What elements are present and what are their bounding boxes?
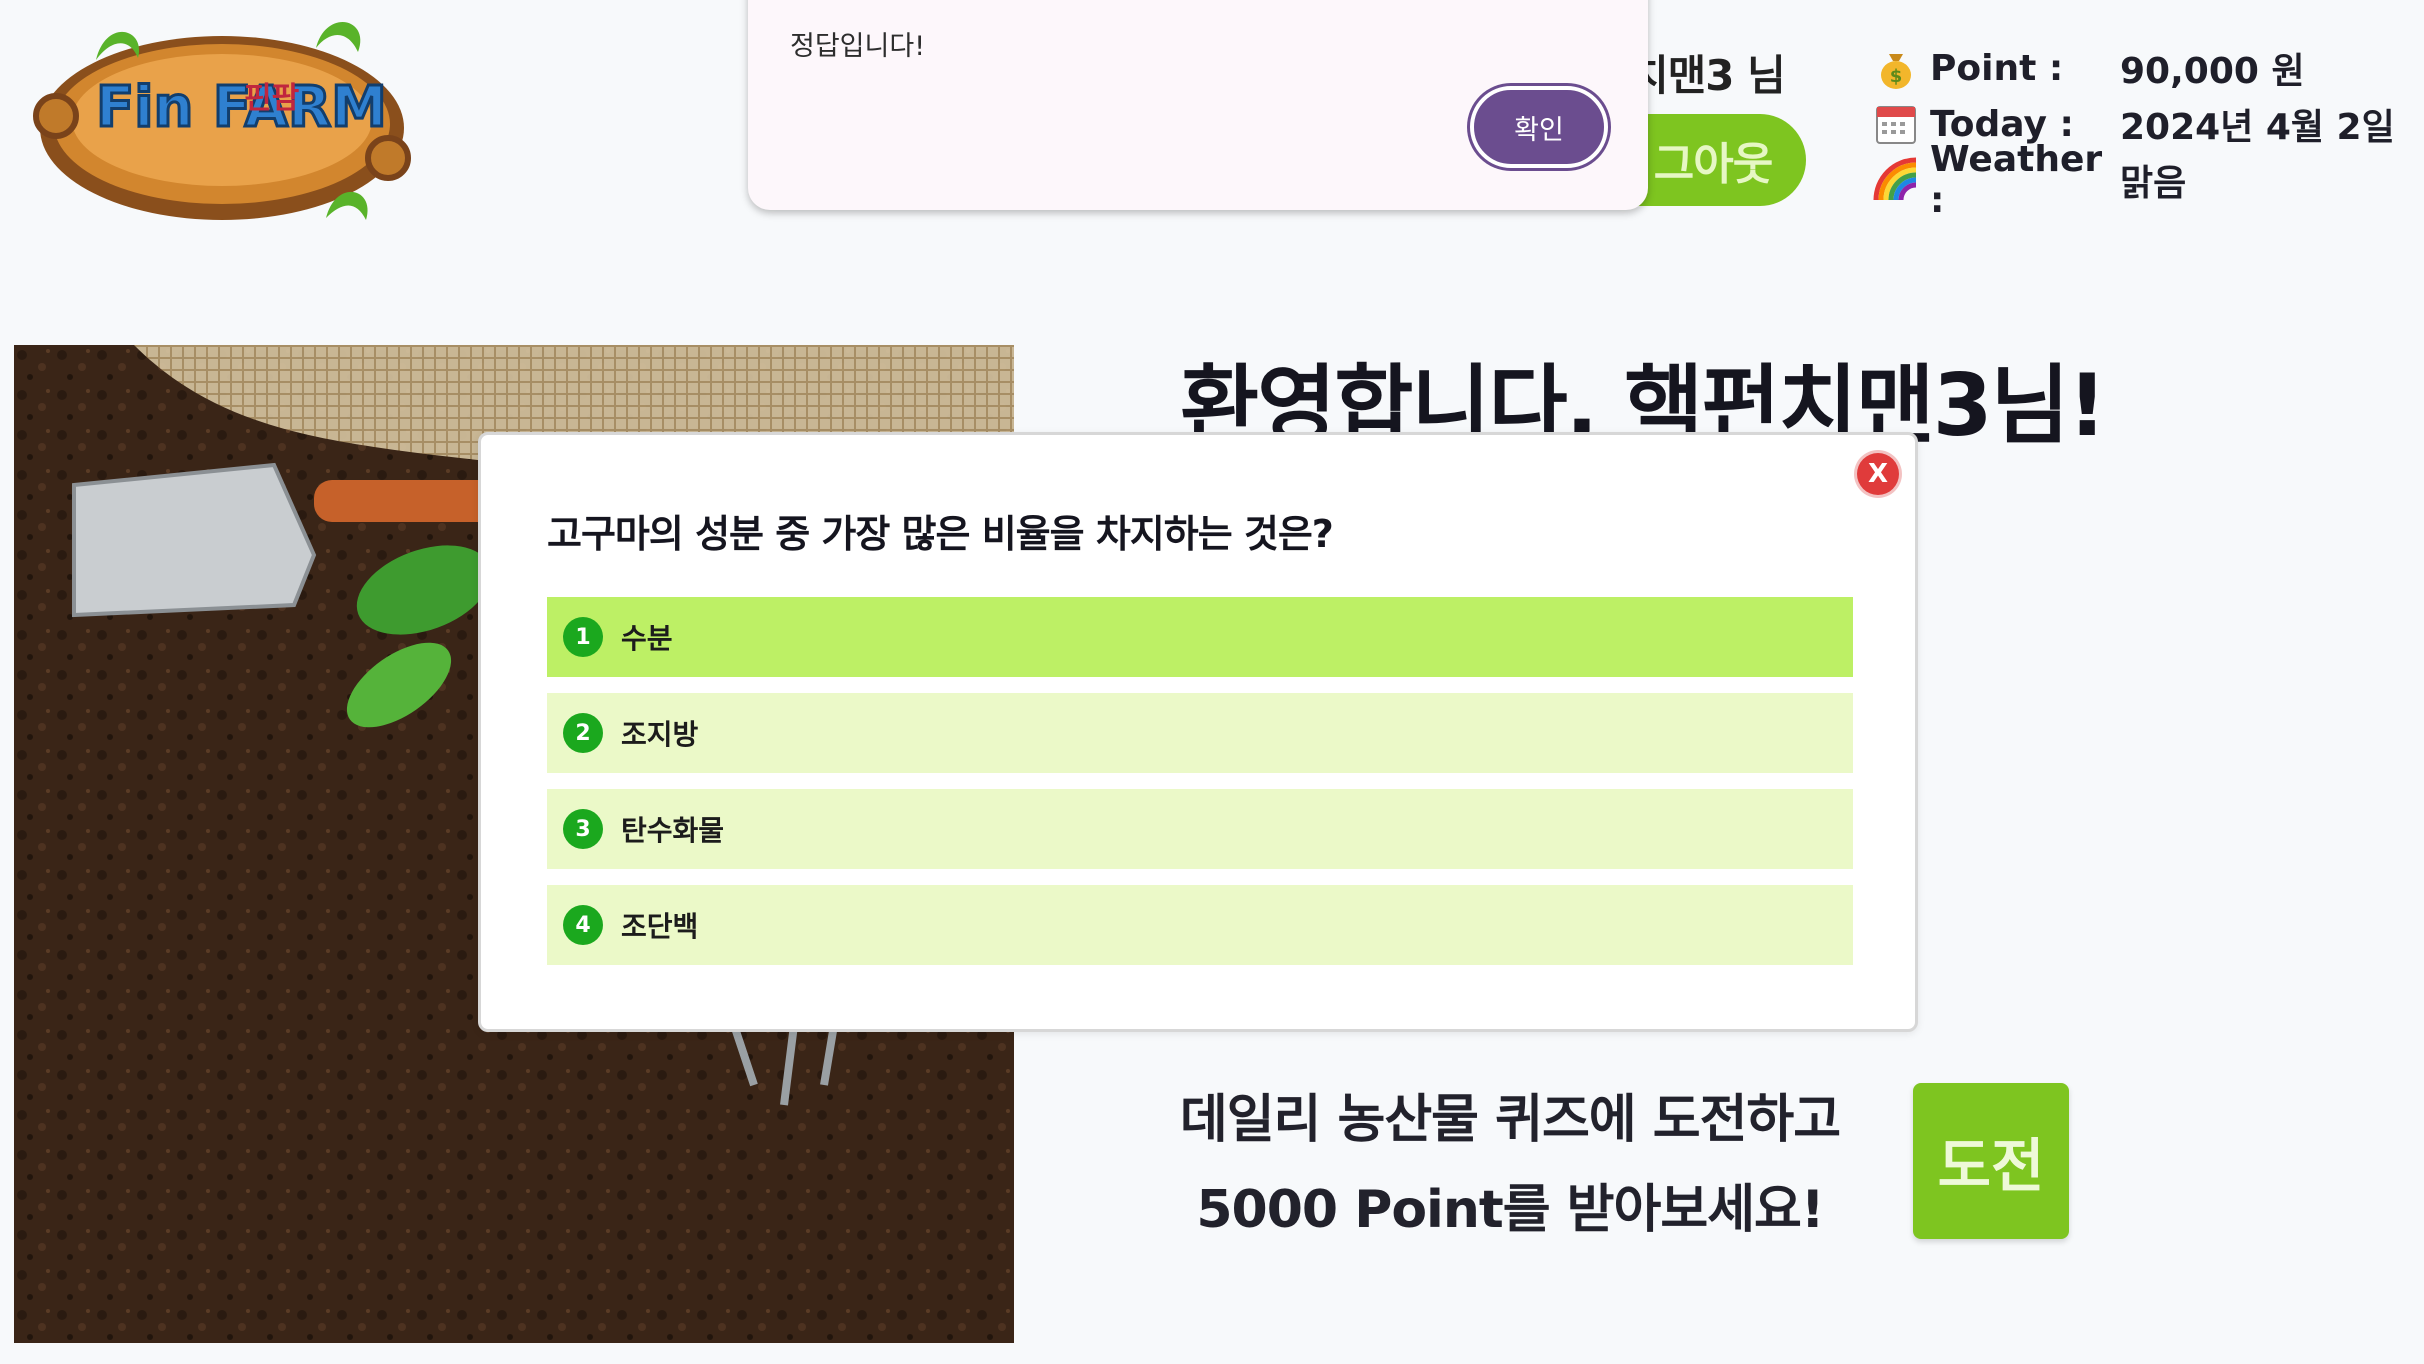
point-label: Point : (1930, 47, 2064, 89)
user-name: 치맨3 님 (1630, 51, 1786, 100)
svg-text:$: $ (1890, 66, 1903, 87)
answer-alert-dialog: 정답입니다! 확인 (748, 0, 1648, 210)
today-value: 2024년 4월 2일 (2120, 107, 2395, 148)
option-label: 수분 (621, 622, 673, 655)
close-icon[interactable]: X (1857, 453, 1899, 495)
weather-label: Weather : (1930, 139, 2103, 221)
fin-farm-logo[interactable]: Fin FARM 핀팜 (26, 8, 418, 248)
challenge-button[interactable]: 도전 (1913, 1083, 2069, 1239)
money-bag-icon: $ (1872, 44, 1920, 92)
quiz-question: 고구마의 성분 중 가장 많은 비율을 차지하는 것은? (547, 512, 1334, 556)
cta-line-1: 데일리 농산물 퀴즈에 도전하고 (1179, 1090, 1841, 1150)
logo-text-ko: 핀팜 (244, 81, 300, 116)
weather-value: 맑음 (2120, 163, 2187, 204)
logo-text-fin: Fin FARM (96, 75, 387, 140)
option-number-badge: 4 (563, 905, 603, 945)
option-number-badge: 1 (563, 617, 603, 657)
calendar-icon (1872, 100, 1920, 148)
point-row: $ Point : 90,000 원 (1872, 40, 2395, 96)
quiz-option-4[interactable]: 4 조단백 (547, 885, 1853, 965)
daily-quiz-cta: 데일리 농산물 퀴즈에 도전하고 5000 Point를 받아보세요! (1160, 1075, 1860, 1255)
option-label: 조단백 (621, 910, 699, 943)
quiz-option-3[interactable]: 3 탄수화물 (547, 789, 1853, 869)
alert-message: 정답입니다! (790, 31, 926, 62)
rainbow-icon (1872, 156, 1920, 204)
option-number-badge: 3 (563, 809, 603, 849)
weather-row: Weather : 맑음 (1872, 139, 2395, 221)
cta-line-2: 5000 Point를 받아보세요! (1196, 1180, 1824, 1240)
option-label: 탄수화물 (621, 814, 725, 847)
alert-ok-button[interactable]: 확인 (1470, 86, 1608, 168)
user-info-panel: $ Point : 90,000 원 Today : 2024년 4월 2일 W… (1872, 40, 2395, 221)
option-number-badge: 2 (563, 713, 603, 753)
point-value: 90,000 원 (2120, 51, 2305, 92)
quiz-option-1[interactable]: 1 수분 (547, 597, 1853, 677)
quiz-options: 1 수분 2 조지방 3 탄수화물 4 조단백 (547, 597, 1853, 981)
quiz-option-2[interactable]: 2 조지방 (547, 693, 1853, 773)
option-label: 조지방 (621, 718, 699, 751)
quiz-modal: X 고구마의 성분 중 가장 많은 비율을 차지하는 것은? 1 수분 2 조지… (478, 432, 1918, 1032)
